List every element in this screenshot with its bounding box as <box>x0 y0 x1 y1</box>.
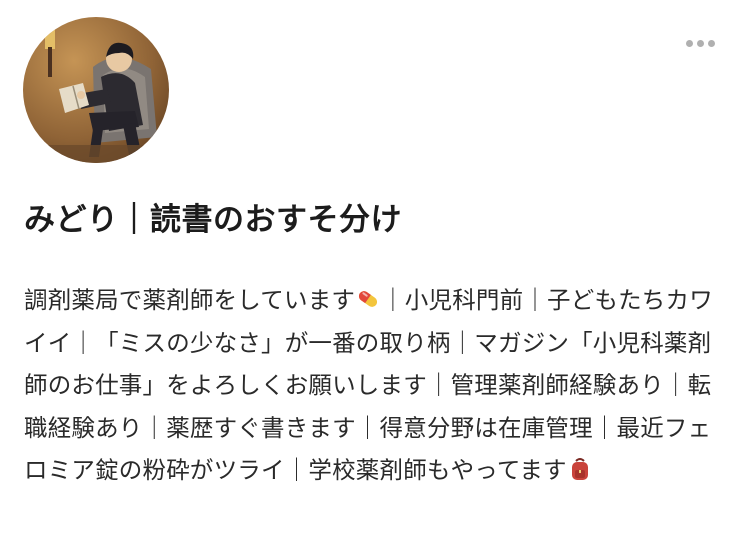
profile-bio: 調剤薬局で薬剤師をしています ｜小児科門前｜子どもたちカワイイ｜「ミスの少なさ」が… <box>24 279 726 492</box>
pill-emoji <box>355 286 381 312</box>
avatar[interactable] <box>23 17 169 163</box>
backpack-emoji <box>567 456 593 482</box>
more-options-button[interactable] <box>680 32 720 54</box>
bio-text: 調剤薬局で薬剤師をしています <box>24 286 356 314</box>
more-horizontal-icon <box>696 39 704 47</box>
bio-text: ｜小児科門前｜子どもたちカワイイ｜「ミスの少なさ」が一番の取り柄｜マガジン「小児… <box>24 286 713 484</box>
display-name: みどり｜読書のおすそ分け <box>24 202 402 238</box>
avatar-illustration <box>23 17 169 163</box>
more-horizontal-icon <box>685 39 693 47</box>
more-horizontal-icon <box>707 39 715 47</box>
